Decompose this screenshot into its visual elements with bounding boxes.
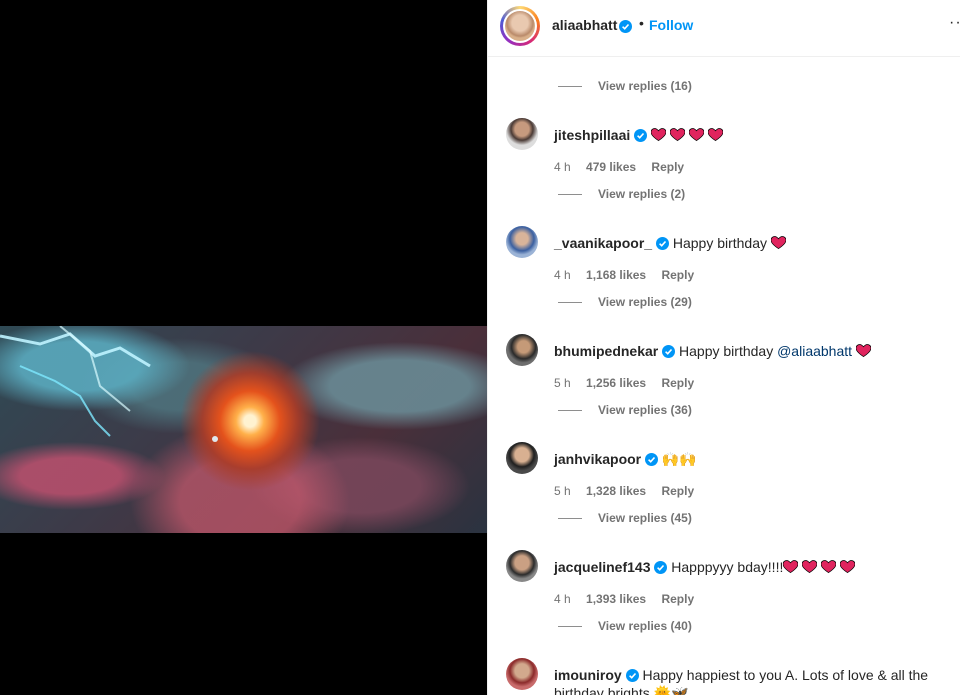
more-options-icon[interactable]: ·· — [949, 14, 960, 32]
view-replies-label: View replies (45) — [598, 511, 692, 525]
reply-button[interactable]: Reply — [661, 268, 694, 282]
commenter-username[interactable]: jiteshpillaai — [554, 127, 630, 143]
heart-icon — [770, 236, 786, 250]
verified-badge-icon — [654, 561, 668, 574]
comment-time[interactable]: 4 h — [554, 592, 571, 606]
commenter-avatar[interactable] — [506, 226, 538, 258]
verified-badge-icon — [662, 345, 676, 358]
follow-button[interactable]: Follow — [649, 17, 693, 33]
heart-icon — [821, 560, 837, 574]
comment-item: bhumipednekar Happy birthday @aliaabhatt… — [488, 334, 960, 394]
reply-line — [558, 518, 582, 520]
header-separator: • — [639, 15, 644, 31]
verified-badge-icon — [645, 453, 659, 466]
heart-icon — [802, 560, 818, 574]
video-frame[interactable] — [0, 326, 487, 533]
reply-line — [558, 410, 582, 412]
verified-badge-icon — [655, 237, 669, 250]
comment-item: _vaanikapoor_ Happy birthday 4 h 1,168 l… — [488, 226, 960, 286]
verified-badge-icon — [625, 669, 639, 682]
comment-text: _vaanikapoor_ Happy birthday — [554, 234, 944, 252]
view-replies-button[interactable]: View replies (29) — [558, 295, 692, 311]
commenter-avatar[interactable] — [506, 442, 538, 474]
comment-body: 🙌🙌 — [661, 451, 697, 467]
mention-link[interactable]: @aliaabhatt — [777, 343, 852, 359]
comment-time[interactable]: 4 h — [554, 268, 571, 282]
reply-line — [558, 626, 582, 628]
comment-time[interactable]: 5 h — [554, 484, 571, 498]
comment-likes[interactable]: 1,393 likes — [586, 592, 646, 606]
view-replies-label: View replies (40) — [598, 619, 692, 633]
heart-icon — [840, 560, 856, 574]
reply-line — [558, 194, 582, 196]
view-replies-label: View replies (2) — [598, 187, 686, 201]
heart-icon — [855, 344, 871, 358]
author-username[interactable]: aliaabhatt — [552, 17, 617, 33]
commenter-username[interactable]: bhumipednekar — [554, 343, 658, 359]
lightning-graphic — [0, 326, 218, 442]
comments-panel: aliaabhatt • Follow ·· ··· View replies … — [487, 0, 960, 695]
comment-likes[interactable]: 1,168 likes — [586, 268, 646, 282]
comment-text: jacquelinef143 Happpyyy bday!!!! — [554, 558, 944, 576]
reply-button[interactable]: Reply — [661, 376, 694, 390]
heart-icon — [651, 128, 667, 142]
comment-meta: 5 h 1,256 likes Reply — [554, 376, 706, 390]
reply-button[interactable]: Reply — [651, 160, 684, 174]
reply-button[interactable]: Reply — [661, 484, 694, 498]
comment-body: Happy birthday — [672, 235, 768, 251]
comment-text: bhumipednekar Happy birthday @aliaabhatt — [554, 342, 944, 360]
comment-item: jiteshpillaai 4 h 479 likes Reply — [488, 118, 960, 178]
commenter-avatar[interactable] — [506, 118, 538, 150]
commenter-avatar[interactable] — [506, 550, 538, 582]
view-replies-button[interactable]: View replies (45) — [558, 511, 692, 527]
view-replies-label: View replies (16) — [598, 79, 692, 93]
view-replies-button[interactable]: View replies (2) — [558, 187, 685, 203]
comment-time[interactable]: 5 h — [554, 376, 571, 390]
heart-icon — [689, 128, 705, 142]
verified-badge-icon — [634, 129, 648, 142]
heart-icon — [708, 128, 724, 142]
author-avatar[interactable] — [500, 6, 540, 46]
comment-text: janhvikapoor 🙌🙌 — [554, 450, 944, 468]
comment-body: Happy birthday — [679, 343, 774, 359]
commenter-username[interactable]: janhvikapoor — [554, 451, 641, 467]
comment-item: janhvikapoor 🙌🙌 5 h 1,328 likes Reply — [488, 442, 960, 502]
comment-likes[interactable]: 1,256 likes — [586, 376, 646, 390]
comment-body: Happpyyy bday!!!! — [671, 559, 784, 575]
commenter-username[interactable]: jacquelinef143 — [554, 559, 651, 575]
commenter-username[interactable]: imouniroy — [554, 667, 622, 683]
reply-line — [558, 302, 582, 304]
view-replies-label: View replies (29) — [598, 295, 692, 309]
view-replies-button[interactable]: View replies (40) — [558, 619, 692, 635]
comment-likes[interactable]: 479 likes — [586, 160, 636, 174]
view-replies-button[interactable]: View replies (16) — [558, 79, 692, 95]
comment-meta: 4 h 479 likes Reply — [554, 160, 696, 174]
commenter-avatar[interactable] — [506, 658, 538, 690]
comment-item: imouniroy Happy happiest to you A. Lots … — [488, 658, 960, 695]
heart-icon — [670, 128, 686, 142]
comment-meta: 5 h 1,328 likes Reply — [554, 484, 706, 498]
comment-time[interactable]: 4 h — [554, 160, 571, 174]
comment-likes[interactable]: 1,328 likes — [586, 484, 646, 498]
comment-text: imouniroy Happy happiest to you A. Lots … — [554, 666, 944, 695]
post-media[interactable] — [0, 0, 487, 695]
comment-item: jacquelinef143 Happpyyy bday!!!! 4 h 1,3… — [488, 550, 960, 610]
reply-button[interactable]: Reply — [661, 592, 694, 606]
comment-meta: 4 h 1,393 likes Reply — [554, 592, 706, 606]
commenter-username[interactable]: _vaanikapoor_ — [554, 235, 652, 251]
reply-line — [558, 86, 582, 88]
verified-badge-icon — [619, 18, 632, 36]
comment-text: jiteshpillaai — [554, 126, 944, 144]
post-header: aliaabhatt • Follow ·· — [488, 0, 960, 57]
view-replies-button[interactable]: View replies (36) — [558, 403, 692, 419]
heart-icon — [783, 560, 799, 574]
commenter-avatar[interactable] — [506, 334, 538, 366]
comment-meta: 4 h 1,168 likes Reply — [554, 268, 706, 282]
view-replies-label: View replies (36) — [598, 403, 692, 417]
